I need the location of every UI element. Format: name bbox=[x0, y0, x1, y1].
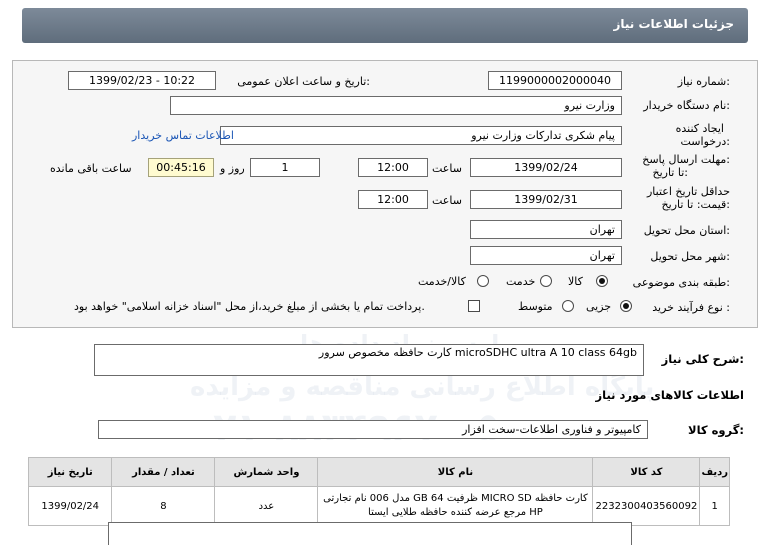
creator-label-line2: درخواست: bbox=[680, 135, 731, 148]
days-remaining-field: 1 bbox=[250, 158, 320, 177]
description-field: کارت حافظه مخصوص سرور microSDHC ultra A … bbox=[94, 344, 644, 376]
row-name-line1: کارت حافظه MICRO SD ظرفیت 64 GB مدل 006 … bbox=[323, 493, 588, 504]
category-option-service: خدمت bbox=[506, 275, 536, 288]
goods-table-header: ردیف کد کالا نام کالا واحد شمارش تعداد /… bbox=[27, 457, 730, 487]
category-radio-service[interactable] bbox=[540, 275, 552, 287]
row-unit: عدد bbox=[214, 486, 319, 526]
deadline-time-field: 12:00 bbox=[358, 158, 428, 177]
watermark-title: پایگاه اطلاع رسانی مناقصه و مزایده bbox=[190, 372, 655, 402]
table-row[interactable]: 1 2232300403560092 کارت حافظه MICRO SD ظ… bbox=[27, 486, 730, 526]
deadline-label-line1: مهلت ارسال پاسخ: bbox=[642, 153, 730, 166]
buyer-field: وزارت نیرو bbox=[170, 96, 622, 115]
category-option-goods-service: کالا/خدمت bbox=[418, 275, 466, 288]
validity-time-label: ساعت bbox=[432, 194, 462, 207]
deadline-date-field: 1399/02/24 bbox=[470, 158, 622, 177]
validity-time-field: 12:00 bbox=[358, 190, 428, 209]
province-label: استان محل تحویل: bbox=[643, 224, 730, 237]
row-qty: 8 bbox=[111, 486, 216, 526]
validity-label-line1: حداقل تاریخ اعتبار bbox=[646, 185, 730, 198]
category-radio-goods[interactable] bbox=[596, 275, 608, 287]
col-code: کد کالا bbox=[592, 457, 701, 487]
deadline-time-label: ساعت bbox=[432, 162, 462, 175]
row-index: 1 bbox=[699, 486, 730, 526]
creator-field: پیام شکری تدارکات وزارت نیرو bbox=[220, 126, 622, 145]
buyer-contact-link[interactable]: اطلاعات تماس خریدار bbox=[132, 129, 234, 142]
category-label: طبقه بندی موضوعی: bbox=[632, 276, 730, 289]
announce-date-field: 1399/02/23 - 10:22 bbox=[68, 71, 216, 90]
category-radio-goods-service[interactable] bbox=[477, 275, 489, 287]
time-remaining-label: ساعت باقی مانده bbox=[50, 162, 132, 175]
treasury-payment-checkbox[interactable] bbox=[468, 300, 480, 312]
city-field: تهران bbox=[470, 246, 622, 265]
page-title: جزئیات اطلاعات نیاز bbox=[613, 17, 734, 31]
row-name-line2: HP مرجع عرضه کننده حافظه طلایی ایستا bbox=[368, 507, 543, 518]
need-number-field: 1199000002000040 bbox=[488, 71, 622, 90]
deadline-label-line2: تا تاریخ: bbox=[652, 166, 688, 179]
col-name: نام کالا bbox=[317, 457, 594, 487]
col-date: تاریخ نیاز bbox=[27, 457, 113, 487]
process-option-medium: متوسط bbox=[518, 300, 553, 313]
validity-date-field: 1399/02/31 bbox=[470, 190, 622, 209]
description-label: شرح کلی نیاز: bbox=[661, 352, 744, 366]
creator-label-line1: ایجاد کننده bbox=[675, 122, 724, 135]
goods-group-label: گروه کالا: bbox=[688, 423, 744, 437]
process-option-minor: جزیی bbox=[586, 300, 612, 313]
validity-label-line2: قیمت: تا تاریخ: bbox=[661, 198, 730, 211]
treasury-payment-note: پرداخت تمام یا بخشی از مبلغ خرید،از محل … bbox=[74, 300, 425, 313]
page-header: جزئیات اطلاعات نیاز bbox=[22, 8, 748, 43]
col-qty: تعداد / مقدار bbox=[111, 457, 216, 487]
days-label: روز و bbox=[220, 162, 245, 175]
row-date: 1399/02/24 bbox=[27, 486, 113, 526]
time-remaining-field: 00:45:16 bbox=[148, 158, 214, 177]
row-name: کارت حافظه MICRO SD ظرفیت 64 GB مدل 006 … bbox=[317, 486, 594, 526]
col-unit: واحد شمارش bbox=[214, 457, 319, 487]
category-option-goods: کالا bbox=[568, 275, 583, 288]
goods-group-field: کامپیوتر و فناوری اطلاعات-سخت افزار bbox=[98, 420, 648, 439]
row-code: 2232300403560092 bbox=[592, 486, 701, 526]
province-field: تهران bbox=[470, 220, 622, 239]
city-label: شهر محل تحویل: bbox=[650, 250, 730, 263]
process-radio-minor[interactable] bbox=[620, 300, 632, 312]
need-number-label: شماره نیاز: bbox=[677, 75, 730, 88]
buyer-label: نام دستگاه خریدار: bbox=[643, 99, 730, 112]
announce-date-label: تاریخ و ساعت اعلان عمومی: bbox=[237, 75, 370, 88]
goods-table: ردیف کد کالا نام کالا واحد شمارش تعداد /… bbox=[27, 457, 730, 526]
process-label: نوع فرآیند خرید : bbox=[652, 301, 730, 314]
goods-info-title: اطلاعات کالاهای مورد نیاز bbox=[595, 388, 744, 402]
process-radio-medium[interactable] bbox=[562, 300, 574, 312]
notes-box bbox=[108, 522, 632, 545]
col-row: ردیف bbox=[699, 457, 730, 487]
